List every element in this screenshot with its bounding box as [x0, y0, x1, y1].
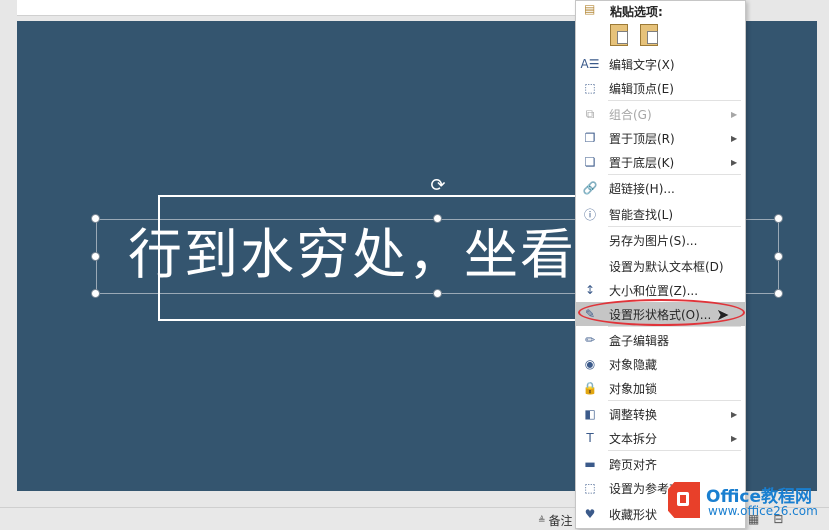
mouse-cursor-icon: ➤ [716, 305, 730, 324]
send-back-icon: ❏ [584, 155, 596, 169]
menu-item-5[interactable]: 🔗 超链接(H)... [576, 176, 745, 200]
menu-item-label: 编辑文字(X) [609, 57, 675, 72]
bring-front-icon: ❐ [584, 131, 596, 145]
menu-item-label: 对象隐藏 [609, 357, 658, 372]
menu-separator [608, 326, 741, 327]
adjust-convert-icon: ◧ [584, 407, 596, 421]
submenu-arrow-icon: ▶ [731, 133, 738, 143]
paste-options-header: ▤ 粘贴选项: [576, 1, 745, 19]
notes-label: 备注 [548, 514, 573, 528]
submenu-arrow-icon: ▶ [731, 409, 738, 419]
group-icon: ⧉ [585, 106, 595, 121]
resize-handle-bottom-middle[interactable] [433, 289, 442, 298]
edit-points-icon: ⬚ [584, 81, 596, 95]
menu-item-3[interactable]: ❐ 置于顶层(R) ▶ [576, 126, 745, 150]
cross-page-align-icon: ▬ [584, 457, 596, 471]
resize-handle-top-left[interactable] [91, 214, 100, 223]
menu-separator [608, 100, 741, 101]
rotate-handle-icon[interactable]: ⟳ [428, 176, 448, 196]
menu-item-4[interactable]: ❏ 置于底层(K) ▶ [576, 150, 745, 174]
set-reference-icon: ⬚ [584, 481, 596, 495]
menu-item-label: 置于顶层(R) [609, 131, 675, 146]
menu-item-14[interactable]: ◧ 调整转换 ▶ [576, 402, 745, 426]
menu-item-label: 组合(G) [609, 107, 652, 122]
lock-icon: 🔒 [582, 381, 598, 395]
paste-clipboard-icon: ▤ [584, 2, 596, 16]
submenu-arrow-icon: ▶ [731, 109, 738, 119]
menu-item-label: 编辑顶点(E) [609, 81, 674, 96]
menu-item-label: 大小和位置(Z)... [609, 283, 699, 298]
paste-picture-icon[interactable] [640, 24, 658, 46]
paste-options-label: 粘贴选项: [610, 5, 663, 19]
menu-item-label: 调整转换 [609, 407, 658, 422]
menu-item-label: 超链接(H)... [609, 181, 675, 196]
favorite-shape-icon: ♥ [584, 507, 596, 521]
top-panel [17, 0, 577, 16]
context-menu: ▤ 粘贴选项: A☰ 编辑文字(X) ⬚ 编辑顶点(E) ⧉ 组合(G) ▶ ❐ 置于顶层(R)… [575, 0, 746, 529]
hide-eye-icon: ◉ [584, 357, 596, 371]
size-position-icon: ↕ [584, 283, 596, 297]
slide-text[interactable]: 行到水穷处，坐看 [128, 224, 576, 286]
notes-button[interactable]: ≜ 备注 [538, 512, 573, 529]
resize-handle-bottom-left[interactable] [91, 289, 100, 298]
resize-handle-top-middle[interactable] [433, 214, 442, 223]
resize-handle-bottom-right[interactable] [774, 289, 783, 298]
menu-separator [608, 400, 741, 401]
menu-item-label: 置于底层(K) [609, 155, 675, 170]
menu-item-6[interactable]: ⓘ 智能查找(L) [576, 202, 745, 226]
menu-item-label: 盒子编辑器 [609, 333, 670, 348]
menu-item-2[interactable]: ⧉ 组合(G) ▶ [576, 102, 745, 126]
menu-separator [608, 450, 741, 451]
menu-separator [608, 174, 741, 175]
menu-item-13[interactable]: 🔒 对象加锁 [576, 376, 745, 400]
menu-item-11[interactable]: ✏ 盒子编辑器 [576, 328, 745, 352]
menu-item-label: 另存为图片(S)... [609, 233, 698, 248]
menu-item-15[interactable]: T 文本拆分 ▶ [576, 426, 745, 450]
menu-item-label: 对象加锁 [609, 381, 658, 396]
watermark: Office教程网 www.office26.com [668, 478, 826, 524]
smart-lookup-icon: ⓘ [583, 207, 596, 222]
office-logo-icon [668, 482, 700, 518]
menu-item-label: 跨页对齐 [609, 457, 658, 472]
menu-item-1[interactable]: ⬚ 编辑顶点(E) [576, 76, 745, 100]
edit-text-icon: A☰ [580, 57, 600, 71]
resize-handle-middle-right[interactable] [774, 252, 783, 261]
menu-item-label: 文本拆分 [609, 431, 658, 446]
menu-item-8[interactable]: 设置为默认文本框(D) [576, 254, 745, 278]
text-split-icon: T [586, 431, 594, 445]
menu-item-7[interactable]: 另存为图片(S)... [576, 228, 745, 252]
resize-handle-top-right[interactable] [774, 214, 783, 223]
menu-item-0[interactable]: A☰ 编辑文字(X) [576, 52, 745, 76]
menu-item-label: 设置为默认文本框(D) [609, 259, 724, 274]
menu-item-12[interactable]: ◉ 对象隐藏 [576, 352, 745, 376]
submenu-arrow-icon: ▶ [731, 433, 738, 443]
resize-handle-middle-left[interactable] [91, 252, 100, 261]
watermark-url: www.office26.com [708, 504, 818, 518]
menu-separator [608, 226, 741, 227]
notes-icon: ≜ [538, 515, 546, 526]
hyperlink-icon: 🔗 [582, 181, 598, 195]
paste-keep-source-icon[interactable] [610, 24, 628, 46]
submenu-arrow-icon: ▶ [731, 157, 738, 167]
paste-options-row [576, 21, 745, 51]
menu-item-label: 智能查找(L) [609, 207, 674, 222]
menu-item-16[interactable]: ▬ 跨页对齐 [576, 452, 745, 476]
box-editor-icon: ✏ [584, 333, 596, 347]
